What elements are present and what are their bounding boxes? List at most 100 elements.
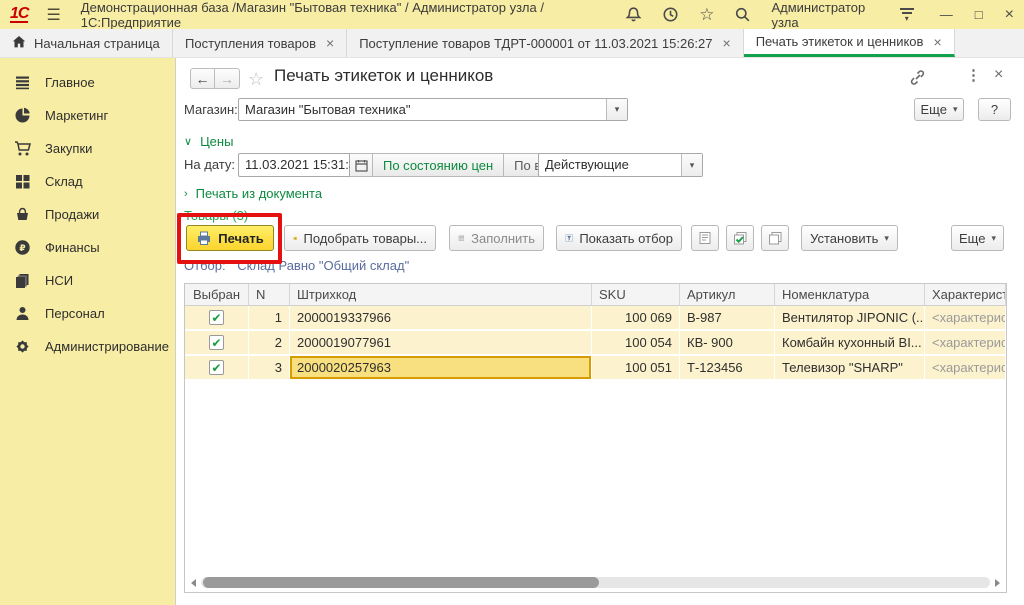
sidebar-item-purchases[interactable]: Закупки [0, 132, 175, 165]
filter-label: Отбор: [184, 258, 226, 273]
notifications-bell-icon[interactable] [625, 6, 642, 23]
table-row[interactable]: ✔ 2 2000019077961 100 054 КВ- 900 Комбай… [185, 331, 1006, 356]
minimize-button[interactable]: — [940, 7, 953, 22]
sidebar-item-warehouse[interactable]: Склад [0, 165, 175, 198]
funnel-icon [565, 230, 573, 246]
sidebar-item-nsi[interactable]: НСИ [0, 264, 175, 297]
fill-button[interactable]: Заполнить [449, 225, 544, 251]
row-checkbox[interactable]: ✔ [209, 335, 224, 350]
history-icon[interactable] [662, 6, 679, 23]
section-label: Цены [200, 134, 233, 149]
table-row[interactable]: ✔ 3 2000020257963 100 051 Т-123456 Телев… [185, 356, 1006, 381]
sidebar-item-marketing[interactable]: Маркетинг [0, 99, 175, 132]
maximize-button[interactable]: □ [975, 7, 983, 22]
cell-sku[interactable]: 100 054 [592, 331, 680, 354]
help-button[interactable]: ? [978, 98, 1011, 121]
chevron-down-icon[interactable]: ▾ [681, 154, 702, 176]
sidebar-item-sales[interactable]: Продажи [0, 198, 175, 231]
forward-button[interactable]: → [215, 68, 240, 89]
sidebar-item-finance[interactable]: ₽ Финансы [0, 231, 175, 264]
date-input[interactable]: 11.03.2021 15:31:37 [238, 153, 350, 177]
col-header-characteristic[interactable]: Характеристи [925, 284, 1006, 305]
form-title: Печать этикеток и ценников [274, 66, 493, 86]
cell-barcode-focused[interactable]: 2000020257963 [290, 356, 592, 379]
toolbar-more-button[interactable]: Еще ▾ [951, 225, 1004, 251]
tab-close-icon[interactable]: × [933, 34, 941, 50]
cell-sku[interactable]: 100 051 [592, 356, 680, 379]
show-filter-button[interactable]: Показать отбор [556, 225, 682, 251]
sidebar-item-main[interactable]: Главное [0, 66, 175, 99]
col-header-selected[interactable]: Выбран [185, 284, 249, 305]
get-link-icon[interactable] [909, 69, 926, 89]
app-window: 1С ☰ Демонстрационная база /Магазин "Быт… [0, 0, 1024, 605]
store-select[interactable]: Магазин "Бытовая техника" ▾ [238, 98, 628, 121]
sidebar-item-label: Склад [45, 174, 83, 189]
tab-print-labels[interactable]: Печать этикеток и ценников × [744, 29, 955, 57]
row-checkbox[interactable]: ✔ [209, 360, 224, 375]
sidebar-item-administration[interactable]: Администрирование [0, 330, 175, 363]
print-from-doc-section-header[interactable]: › Печать из документа [184, 186, 322, 201]
cell-characteristic[interactable]: <характерист [925, 331, 1006, 354]
horizontal-scrollbar[interactable] [191, 577, 1000, 588]
cell-n[interactable]: 2 [249, 331, 290, 354]
calendar-icon[interactable] [350, 153, 374, 177]
col-header-article[interactable]: Артикул [680, 284, 775, 305]
print-button[interactable]: Печать [186, 225, 274, 251]
cell-n[interactable]: 1 [249, 306, 290, 329]
set-button[interactable]: Установить ▾ [801, 225, 898, 251]
tab-close-icon[interactable]: × [723, 35, 731, 51]
cell-nomenclature[interactable]: Вентилятор JIPONIC (... [775, 306, 925, 329]
close-form-icon[interactable]: × [994, 66, 1003, 84]
cell-article[interactable]: Т-123456 [680, 356, 775, 379]
cell-barcode[interactable]: 2000019077961 [290, 331, 592, 354]
tab-close-icon[interactable]: × [326, 35, 334, 51]
tab-goods-receipt-doc[interactable]: Поступление товаров ТДРТ-000001 от 11.03… [347, 29, 744, 57]
cell-sku[interactable]: 100 069 [592, 306, 680, 329]
cell-article[interactable]: КВ- 900 [680, 331, 775, 354]
scrollbar-thumb[interactable] [203, 577, 599, 588]
more-menu-icon[interactable]: ⋮ [966, 66, 981, 84]
form-print-labels: ← → ☆ Печать этикеток и ценников ⋮ × Маг… [175, 58, 1024, 605]
output-list-button[interactable] [691, 225, 719, 251]
close-window-button[interactable]: × [1005, 6, 1014, 24]
cell-article[interactable]: B-987 [680, 306, 775, 329]
cell-characteristic[interactable]: <характерист [925, 356, 1006, 379]
tab-goods-receipts[interactable]: Поступления товаров × [173, 29, 347, 57]
tab-home[interactable]: Начальная страница [0, 29, 173, 57]
pick-goods-button[interactable]: Подобрать товары... [284, 225, 436, 251]
cell-characteristic[interactable]: <характерист [925, 306, 1006, 329]
chevron-down-icon[interactable]: ▾ [606, 99, 627, 120]
cell-nomenclature[interactable]: Телевизор "SHARP" [775, 356, 925, 379]
cell-nomenclature[interactable]: Комбайн кухонный BI... [775, 331, 925, 354]
sidebar-item-label: Маркетинг [45, 108, 108, 123]
toggle-by-price-state[interactable]: По состоянию цен [372, 153, 504, 177]
main-menu-icon[interactable]: ☰ [46, 5, 60, 25]
cell-barcode[interactable]: 2000019337966 [290, 306, 592, 329]
row-checkbox[interactable]: ✔ [209, 310, 224, 325]
cell-n[interactable]: 3 [249, 356, 290, 379]
clear-selection-button[interactable] [761, 225, 789, 251]
col-header-barcode[interactable]: Штрихкод [290, 284, 592, 305]
table-row[interactable]: ✔ 1 2000019337966 100 069 B-987 Вентилят… [185, 306, 1006, 331]
scroll-right-icon[interactable] [995, 579, 1000, 587]
scroll-left-icon[interactable] [191, 579, 196, 587]
filter-line[interactable]: Отбор: Склад Равно "Общий склад" [184, 258, 409, 273]
sidebar-item-personnel[interactable]: Персонал [0, 297, 175, 330]
more-actions-button[interactable]: Еще ▾ [914, 98, 964, 121]
prices-section-header[interactable]: ∨ Цены [184, 134, 233, 149]
col-header-n[interactable]: N [249, 284, 290, 305]
service-menu-icon[interactable]: ▾ [900, 8, 914, 21]
price-kind-select[interactable]: Действующие ▾ [538, 153, 703, 177]
col-header-nomenclature[interactable]: Номенклатура [775, 284, 925, 305]
favorite-star-icon[interactable]: ☆ [248, 69, 264, 90]
current-user[interactable]: Администратор узла [771, 0, 879, 30]
goods-count-label: Товары (3) [184, 208, 248, 223]
favorites-star-icon[interactable]: ☆ [699, 6, 714, 23]
search-icon[interactable] [734, 6, 751, 23]
tab-label: Печать этикеток и ценников [756, 34, 924, 49]
select-all-button[interactable] [726, 225, 754, 251]
tab-label: Поступление товаров ТДРТ-000001 от 11.03… [359, 36, 712, 51]
col-header-sku[interactable]: SKU [592, 284, 680, 305]
filter-value: Склад Равно "Общий склад" [237, 258, 409, 273]
back-button[interactable]: ← [190, 68, 215, 89]
